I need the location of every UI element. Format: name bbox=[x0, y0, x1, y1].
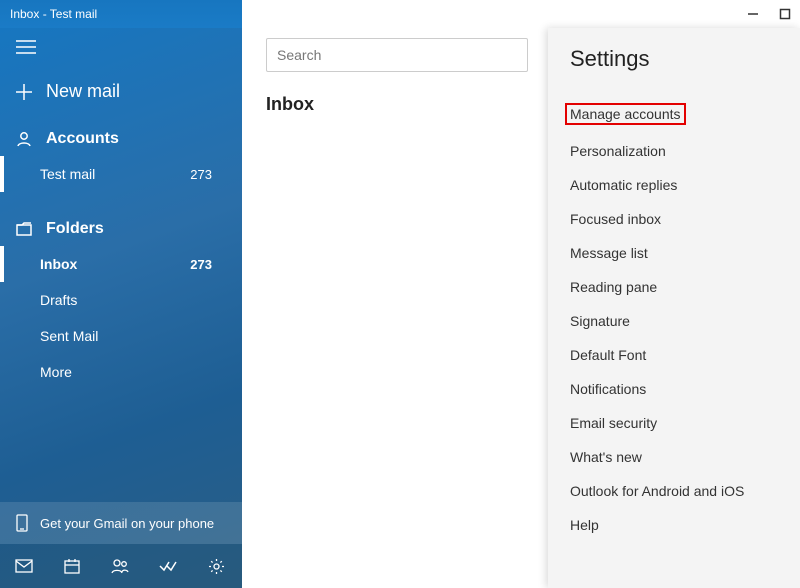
folder-name: More bbox=[40, 364, 72, 380]
highlighted-setting: Manage accounts bbox=[565, 103, 686, 125]
mail-icon bbox=[15, 559, 33, 573]
folder-count: 273 bbox=[190, 257, 212, 272]
new-mail-label: New mail bbox=[46, 81, 120, 102]
maximize-button[interactable] bbox=[778, 7, 792, 21]
person-icon bbox=[16, 131, 32, 147]
settings-item[interactable]: Personalization bbox=[570, 134, 778, 168]
settings-button[interactable] bbox=[192, 544, 240, 588]
people-icon bbox=[110, 558, 130, 574]
folder-icon bbox=[16, 222, 32, 236]
folder-name: Inbox bbox=[40, 256, 77, 272]
settings-item[interactable]: Outlook for Android and iOS bbox=[570, 474, 778, 508]
settings-item[interactable]: Default Font bbox=[570, 338, 778, 372]
account-name: Test mail bbox=[40, 166, 95, 182]
settings-item[interactable]: Signature bbox=[570, 304, 778, 338]
people-tab[interactable] bbox=[96, 544, 144, 588]
sidebar-folder-item[interactable]: Sent Mail bbox=[0, 318, 242, 354]
sidebar-folder-item[interactable]: More bbox=[0, 354, 242, 390]
todo-tab[interactable] bbox=[144, 544, 192, 588]
accounts-label: Accounts bbox=[46, 130, 119, 148]
settings-item[interactable]: Help bbox=[570, 508, 778, 542]
gear-icon bbox=[208, 558, 225, 575]
todo-icon bbox=[159, 559, 177, 573]
settings-item[interactable]: Notifications bbox=[570, 372, 778, 406]
accounts-section-header[interactable]: Accounts bbox=[0, 116, 242, 156]
phone-icon bbox=[16, 514, 28, 532]
folder-name: Sent Mail bbox=[40, 328, 98, 344]
account-count: 273 bbox=[190, 167, 212, 182]
search-input[interactable]: Search bbox=[266, 38, 528, 72]
hamburger-icon bbox=[16, 40, 36, 54]
settings-item[interactable]: Email security bbox=[570, 406, 778, 440]
sidebar-folder-item[interactable]: Inbox 273 bbox=[0, 246, 242, 282]
settings-item[interactable]: Reading pane bbox=[570, 270, 778, 304]
settings-item[interactable]: Automatic replies bbox=[570, 168, 778, 202]
settings-item[interactable]: Message list bbox=[570, 236, 778, 270]
search-placeholder: Search bbox=[277, 47, 321, 63]
sidebar-folder-item[interactable]: Drafts bbox=[0, 282, 242, 318]
settings-panel: Settings Manage accountsPersonalizationA… bbox=[548, 28, 800, 588]
settings-title: Settings bbox=[570, 46, 778, 72]
folders-section-header[interactable]: Folders bbox=[0, 206, 242, 246]
promo-banner[interactable]: Get your Gmail on your phone bbox=[0, 502, 242, 544]
settings-item[interactable]: Focused inbox bbox=[570, 202, 778, 236]
calendar-icon bbox=[64, 558, 80, 574]
settings-item[interactable]: What's new bbox=[570, 440, 778, 474]
window-title: Inbox - Test mail bbox=[10, 7, 97, 21]
calendar-tab[interactable] bbox=[48, 544, 96, 588]
bottom-bar bbox=[0, 544, 242, 588]
folder-name: Drafts bbox=[40, 292, 77, 308]
titlebar: Inbox - Test mail bbox=[0, 0, 800, 28]
sidebar-account-item[interactable]: Test mail 273 bbox=[0, 156, 242, 192]
settings-item[interactable]: Manage accounts bbox=[570, 94, 778, 134]
plus-icon bbox=[16, 84, 32, 100]
promo-text: Get your Gmail on your phone bbox=[40, 516, 214, 531]
new-mail-button[interactable]: New mail bbox=[0, 67, 242, 116]
mail-tab[interactable] bbox=[0, 544, 48, 588]
minimize-button[interactable] bbox=[746, 7, 760, 21]
hamburger-button[interactable] bbox=[0, 28, 242, 67]
sidebar: New mail Accounts Test mail 273 Folders … bbox=[0, 28, 242, 588]
folders-label: Folders bbox=[46, 220, 104, 238]
